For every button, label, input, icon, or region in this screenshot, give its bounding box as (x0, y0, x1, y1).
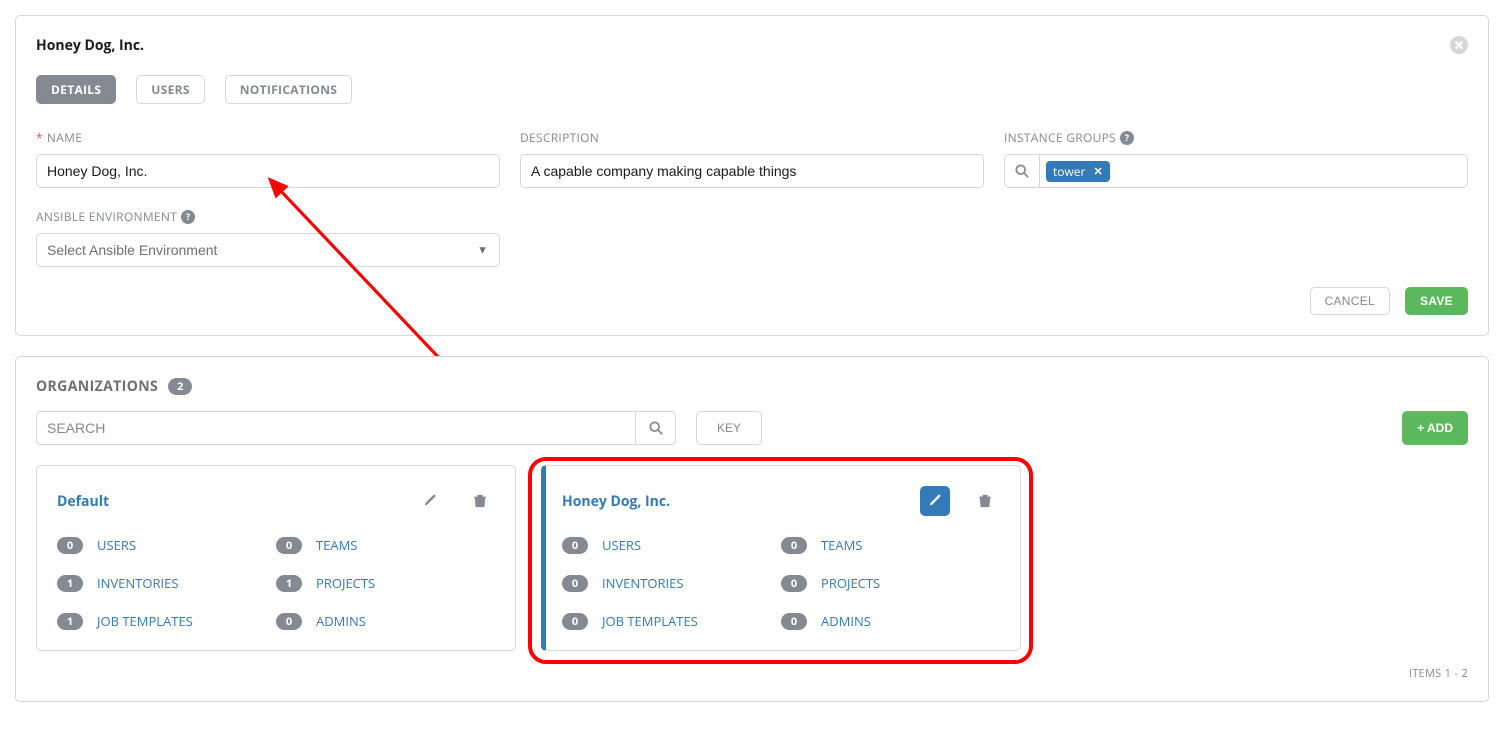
stat-link[interactable]: ADMINS (316, 612, 366, 630)
org-stat: 0 TEAMS (781, 536, 1000, 554)
field-description: DESCRIPTION (520, 129, 984, 188)
org-stat: 1 INVENTORIES (57, 574, 276, 592)
org-card: Honey Dog, Inc.0USERS0TEAMS0INVENTORIES0… (541, 465, 1021, 651)
ig-tag-tower: tower ✕ (1046, 161, 1110, 182)
cancel-button[interactable]: CANCEL (1310, 287, 1390, 315)
org-stat: 0 USERS (57, 536, 276, 554)
env-select[interactable] (36, 233, 500, 267)
field-name: *NAME (36, 129, 500, 188)
search-icon (649, 421, 663, 435)
description-input[interactable] (520, 154, 984, 188)
add-button[interactable]: + ADD (1402, 411, 1468, 445)
tab-users[interactable]: USERS (136, 75, 204, 104)
stat-link[interactable]: PROJECTS (821, 574, 880, 592)
orgs-panel: ORGANIZATIONS 2 KEY + ADD Default0USERS0… (15, 356, 1489, 702)
save-button[interactable]: SAVE (1405, 287, 1468, 315)
stat-count-badge: 1 (57, 575, 83, 592)
panel-title: Honey Dog, Inc. (36, 36, 144, 55)
stat-link[interactable]: ADMINS (821, 612, 871, 630)
org-stat: 0 USERS (562, 536, 781, 554)
stat-count-badge: 0 (562, 613, 588, 630)
stat-count-badge: 0 (562, 575, 588, 592)
stat-link[interactable]: TEAMS (316, 536, 357, 554)
env-label: ANSIBLE ENVIRONMENT (36, 208, 177, 225)
ig-label: INSTANCE GROUPS (1004, 129, 1116, 146)
search-icon (1015, 164, 1029, 178)
org-stat: 0 ADMINS (781, 612, 1000, 630)
field-instance-groups: INSTANCE GROUPS ? tower ✕ (1004, 129, 1468, 188)
org-edit-panel: Honey Dog, Inc. DETAILS USERS NOTIFICATI… (15, 15, 1489, 336)
stat-link[interactable]: INVENTORIES (602, 574, 683, 592)
ig-tags[interactable]: tower ✕ (1040, 154, 1468, 188)
stat-count-badge: 0 (276, 537, 302, 554)
search-input[interactable] (36, 411, 636, 445)
stat-link[interactable]: INVENTORIES (97, 574, 178, 592)
close-icon[interactable] (1450, 36, 1468, 57)
items-range: ITEMS 1 - 2 (36, 666, 1468, 681)
tab-notifications[interactable]: NOTIFICATIONS (225, 75, 352, 104)
stat-count-badge: 0 (781, 537, 807, 554)
stat-count-badge: 0 (57, 537, 83, 554)
org-stat: 0 ADMINS (276, 612, 495, 630)
delete-button[interactable] (970, 486, 1000, 516)
org-stat: 0 TEAMS (276, 536, 495, 554)
edit-button[interactable] (415, 486, 445, 516)
help-icon[interactable]: ? (181, 210, 195, 224)
org-stat: 0 PROJECTS (781, 574, 1000, 592)
tag-label: tower (1053, 163, 1085, 180)
name-label: NAME (47, 129, 82, 146)
stat-count-badge: 0 (276, 613, 302, 630)
stat-count-badge: 1 (276, 575, 302, 592)
required-star: * (36, 129, 43, 146)
org-stat: 0 JOB TEMPLATES (562, 612, 781, 630)
search-button[interactable] (636, 411, 676, 445)
stat-link[interactable]: PROJECTS (316, 574, 375, 592)
tabs: DETAILS USERS NOTIFICATIONS (36, 75, 1468, 104)
stat-link[interactable]: JOB TEMPLATES (602, 612, 698, 630)
stat-link[interactable]: JOB TEMPLATES (97, 612, 193, 630)
org-card: Default 0 USERS 0 TEAMS 1 INVENTORIES 1 PROJECTS… (36, 465, 516, 651)
help-icon[interactable]: ? (1120, 131, 1134, 145)
tag-remove-icon[interactable]: ✕ (1093, 164, 1102, 179)
stat-count-badge: 0 (562, 537, 588, 554)
stat-count-badge: 1 (57, 613, 83, 630)
stat-link[interactable]: USERS (602, 536, 641, 554)
delete-button[interactable] (465, 486, 495, 516)
tab-details[interactable]: DETAILS (36, 75, 116, 104)
desc-label: DESCRIPTION (520, 129, 599, 146)
field-ansible-env: ANSIBLE ENVIRONMENT ? ▼ (36, 208, 500, 267)
org-card-title[interactable]: Default (57, 492, 109, 511)
stat-count-badge: 0 (781, 613, 807, 630)
stat-link[interactable]: TEAMS (821, 536, 862, 554)
org-card-title[interactable]: Honey Dog, Inc. (562, 492, 670, 511)
org-stat: 0 INVENTORIES (562, 574, 781, 592)
name-input[interactable] (36, 154, 500, 188)
stat-link[interactable]: USERS (97, 536, 136, 554)
orgs-count-badge: 2 (168, 378, 192, 395)
orgs-title: ORGANIZATIONS (36, 377, 158, 396)
stat-count-badge: 0 (781, 575, 807, 592)
org-stat: 1 JOB TEMPLATES (57, 612, 276, 630)
ig-lookup-button[interactable] (1004, 154, 1040, 188)
org-stat: 1 PROJECTS (276, 574, 495, 592)
key-button[interactable]: KEY (696, 411, 762, 445)
org-cards: Default 0 USERS 0 TEAMS 1 INVENTORIES 1 PROJECTS… (36, 465, 1468, 651)
edit-button[interactable] (920, 486, 950, 516)
